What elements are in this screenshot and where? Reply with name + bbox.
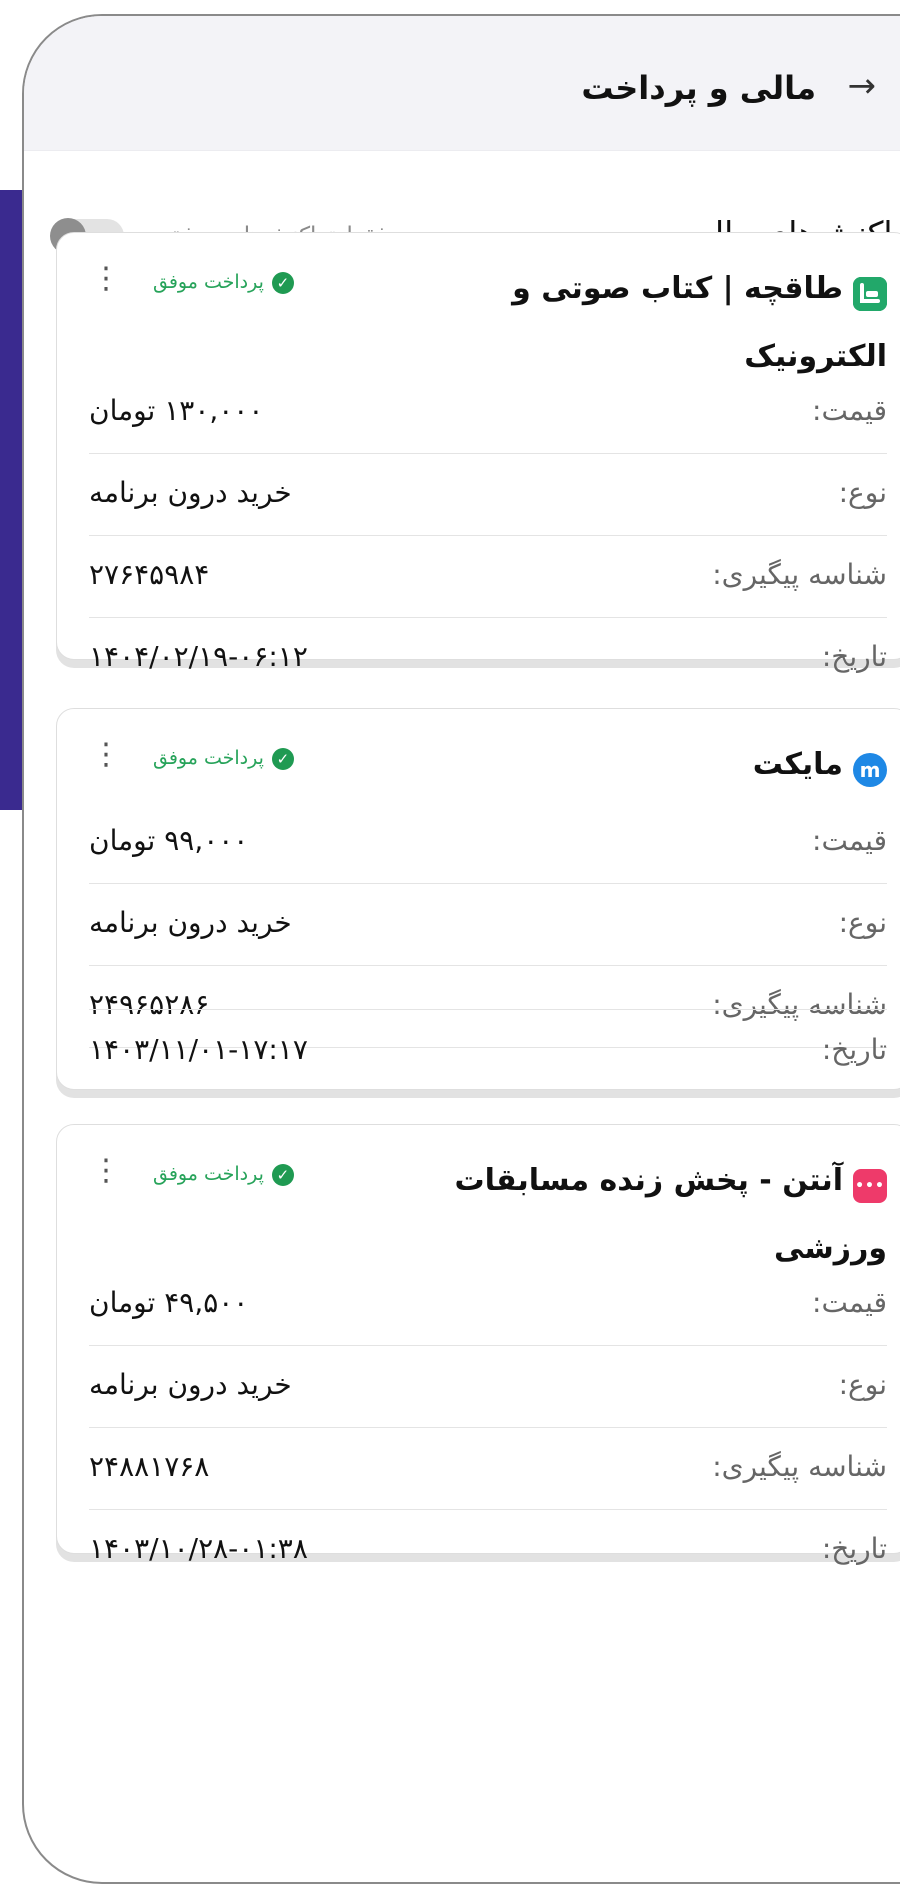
type-label: نوع: (838, 476, 887, 509)
page-title: مالی و پرداخت (581, 69, 816, 107)
price-label: قیمت: (812, 394, 887, 427)
tracking-label: شناسه پیگیری: (712, 558, 887, 591)
date-row: تاریخ: ۱۴۰۳/۱۰/۲۸-۰۱:۳۸ (89, 1509, 887, 1591)
price-row: قیمت: ۴۹,۵۰۰ تومان (89, 1263, 887, 1346)
app-header: → مالی و پرداخت (24, 16, 900, 151)
check-circle-icon: ✓ (271, 747, 294, 770)
transaction-card[interactable]: mمایکت ✓پرداخت موفق ⋮ قیمت: ۹۹,۰۰۰ تومان … (56, 708, 900, 1090)
myket-icon: m (853, 752, 887, 787)
tracking-row: شناسه پیگیری: ۲۴۸۸۱۷۶۸ (89, 1427, 887, 1510)
type-value: خرید درون برنامه (89, 906, 292, 939)
tracking-label: شناسه پیگیری: (712, 1450, 887, 1483)
more-options-icon[interactable]: ⋮ (91, 737, 121, 773)
status-text: پرداخت موفق (153, 1163, 264, 1185)
date-label: تاریخ: (821, 1033, 887, 1066)
price-row: قیمت: ۱۳۰,۰۰۰ تومان (89, 371, 887, 454)
type-row: نوع: خرید درون برنامه (89, 453, 887, 536)
price-row: قیمت: ۹۹,۰۰۰ تومان (89, 801, 887, 884)
price-label: قیمت: (812, 1286, 887, 1319)
date-row: تاریخ: ۱۴۰۳/۱۱/۰۱-۱۷:۱۷ (89, 1009, 887, 1092)
check-circle-icon: ✓ (271, 271, 294, 294)
transaction-card[interactable]: طاقچه | کتاب صوتی و الکترونیک ✓ پرداخت مو… (56, 232, 900, 673)
price-value: ۹۹,۰۰۰ تومان (89, 824, 249, 857)
more-options-icon[interactable]: ⋮ (91, 1153, 121, 1189)
back-arrow-icon[interactable]: → (848, 66, 877, 106)
type-value: خرید درون برنامه (89, 1368, 292, 1401)
type-value: خرید درون برنامه (89, 476, 292, 509)
type-row: نوع: خرید درون برنامه (89, 883, 887, 966)
status-text: پرداخت موفق (153, 271, 264, 293)
date-label: تاریخ: (821, 1532, 887, 1565)
date-value: ۱۴۰۳/۱۱/۰۱-۱۷:۱۷ (89, 1033, 308, 1066)
type-label: نوع: (838, 1368, 887, 1401)
app-name: آنتن - پخش زنده مسابقات ورزشی (454, 1163, 887, 1266)
price-value: ۱۳۰,۰۰۰ تومان (89, 394, 264, 427)
tracking-value: ۲۷۶۴۵۹۸۴ (89, 558, 210, 591)
status-badge: ✓ پرداخت موفق (153, 267, 294, 297)
status-badge: ✓ پرداخت موفق (153, 1159, 294, 1189)
date-label: تاریخ: (821, 640, 887, 673)
date-value: ۱۴۰۳/۱۰/۲۸-۰۱:۳۸ (89, 1532, 308, 1565)
app-name: مایکت (752, 747, 843, 782)
taaghche-icon (853, 276, 887, 311)
tracking-value: ۲۴۸۸۱۷۶۸ (89, 1450, 210, 1483)
transaction-card[interactable]: •••آنتن - پخش زنده مسابقات ورزشی ✓ پرداخت… (56, 1124, 900, 1565)
app-name: طاقچه | کتاب صوتی و الکترونیک (512, 271, 887, 374)
more-options-icon[interactable]: ⋮ (91, 261, 121, 297)
status-text: پرداخت موفق (153, 747, 264, 769)
date-value: ۱۴۰۴/۰۲/۱۹-۰۶:۱۲ (89, 640, 308, 673)
tracking-row: شناسه پیگیری: ۲۷۶۴۵۹۸۴ (89, 535, 887, 618)
price-value: ۴۹,۵۰۰ تومان (89, 1286, 249, 1319)
check-circle-icon: ✓ (271, 1163, 294, 1186)
type-row: نوع: خرید درون برنامه (89, 1345, 887, 1428)
type-label: نوع: (838, 906, 887, 939)
price-label: قیمت: (812, 824, 887, 857)
anten-icon: ••• (853, 1168, 887, 1203)
status-badge: ✓ پرداخت موفق (153, 743, 294, 773)
phone-screen: → مالی و پرداخت تراکنش‌های مالی فقط تراک… (22, 14, 900, 1884)
date-row: تاریخ: ۱۴۰۴/۰۲/۱۹-۰۶:۱۲ (89, 617, 887, 699)
app-title-row: m مایکت (417, 731, 887, 799)
